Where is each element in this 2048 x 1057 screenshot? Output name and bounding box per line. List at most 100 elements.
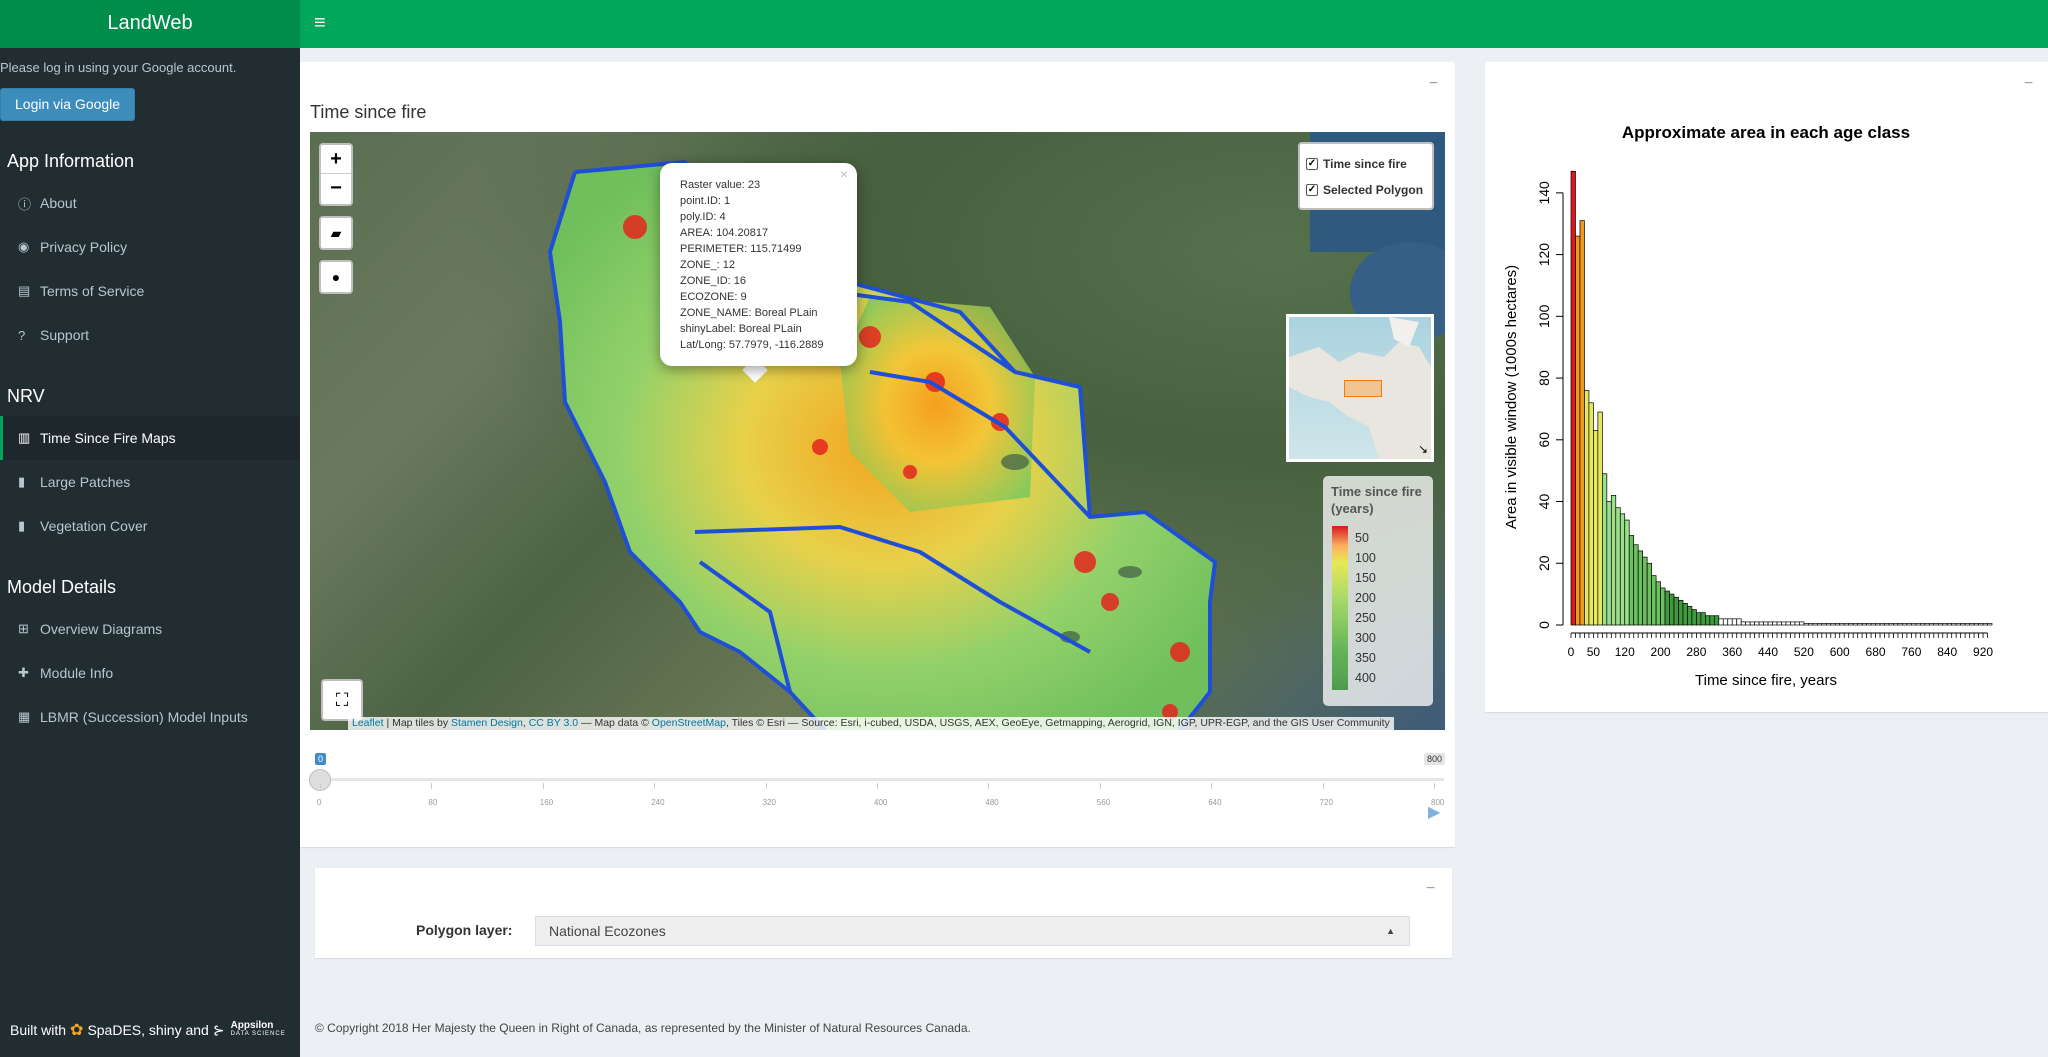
- slider-tick-label: 400: [874, 798, 888, 807]
- section-nrv: NRV: [7, 386, 45, 406]
- histogram-bar: [1964, 623, 1970, 626]
- layers-control: ✓ Time since fire ✓ Selected Polygon: [1298, 142, 1434, 210]
- histogram-bar: [1843, 623, 1850, 626]
- popup-close-button[interactable]: ×: [840, 166, 848, 182]
- sidebar-item-label: Vegetation Cover: [40, 518, 148, 534]
- histogram-bar: [1839, 623, 1845, 626]
- x-tick-label: 200: [1651, 645, 1671, 659]
- slider-tick-label: 80: [428, 798, 438, 807]
- map-legend: Time since fire (years) 50 100 150 200 2…: [1323, 476, 1433, 706]
- histogram-bar: [1893, 623, 1899, 626]
- histogram-bar: [1637, 550, 1644, 626]
- popup-line: Lat/Long: 57.7979, -116.2889: [680, 339, 824, 351]
- legend-label: 400: [1355, 671, 1376, 685]
- legend-title: Time since fire (years): [1331, 484, 1422, 516]
- polygon-layer-label: Polygon layer:: [416, 922, 513, 938]
- y-tick-label: 140: [1536, 181, 1552, 205]
- legend-label: 300: [1355, 631, 1376, 645]
- leaflet-link[interactable]: Leaflet: [352, 717, 384, 729]
- histogram-bar: [1790, 621, 1796, 626]
- histogram-bar: [1713, 615, 1720, 626]
- histogram-bar: [1933, 623, 1939, 626]
- histogram-bar: [1584, 390, 1590, 626]
- app-logo[interactable]: LandWeb: [0, 0, 300, 48]
- histogram-bar: [1682, 603, 1688, 626]
- histogram-bar: [1812, 623, 1818, 626]
- histogram-bar: [1758, 621, 1764, 626]
- sidebar-toggle-icon[interactable]: ≡: [314, 12, 326, 34]
- histogram-bar: [1919, 623, 1926, 626]
- sidebar-item-about[interactable]: ⓘ About: [0, 181, 300, 225]
- slider-tick-mark: [765, 783, 767, 789]
- bar-chart-icon: ▮: [18, 474, 26, 489]
- popup-line: point.ID: 1: [680, 195, 731, 207]
- x-tick-label: 120: [1615, 645, 1635, 659]
- zoom-in-button[interactable]: +: [321, 145, 351, 174]
- layer-time-since-fire[interactable]: ✓ Time since fire: [1306, 151, 1426, 177]
- globe-button[interactable]: ●: [319, 260, 353, 294]
- sidebar-item-time-since-fire-maps[interactable]: ▥ Time Since Fire Maps: [0, 416, 300, 460]
- sidebar-item-label: Large Patches: [40, 474, 131, 490]
- map-icon: ▰: [330, 225, 342, 241]
- legend-label: 100: [1355, 551, 1376, 565]
- login-google-button[interactable]: Login via Google: [0, 88, 136, 121]
- checkbox-checked[interactable]: ✓: [1306, 184, 1318, 196]
- popup-line: shinyLabel: Boreal PLain: [680, 323, 802, 335]
- minimap[interactable]: ↘: [1286, 314, 1434, 462]
- collapse-polygon-box-button[interactable]: −: [1426, 881, 1435, 897]
- legend-labels: 50 100 150 200 250 300 350 400: [1355, 528, 1376, 688]
- x-tick-label: 360: [1722, 645, 1742, 659]
- slider-tick-mark: [1434, 783, 1435, 789]
- histogram-bar: [1749, 621, 1755, 626]
- play-icon[interactable]: ▶: [1428, 802, 1440, 822]
- histogram-bar: [1821, 623, 1827, 626]
- layer-selected-polygon[interactable]: ✓ Selected Polygon: [1306, 177, 1426, 203]
- zoom-out-button[interactable]: −: [321, 174, 351, 203]
- legend-label: 200: [1355, 591, 1376, 605]
- histogram-bar: [1579, 220, 1585, 626]
- histogram-bar: [1816, 623, 1823, 626]
- x-tick-label: 920: [1973, 645, 1993, 659]
- slider-tick-mark: [542, 783, 544, 789]
- histogram-bar: [1660, 587, 1666, 626]
- minimap-toggle-icon[interactable]: ↘: [1418, 442, 1428, 456]
- histogram-bar: [1669, 593, 1675, 626]
- x-tick-label: 760: [1901, 645, 1921, 659]
- histogram-bar: [1960, 623, 1966, 626]
- sidebar-item-label: Terms of Service: [40, 283, 145, 299]
- slider-current-label: 0: [315, 753, 327, 765]
- top-navbar: [300, 0, 2048, 48]
- chart-title: Approximate area in each age class: [1622, 123, 1910, 142]
- time-slider-track[interactable]: [318, 778, 1444, 781]
- polygon-layer-select[interactable]: National Ecozones ▲: [535, 916, 1410, 946]
- sidebar-item-privacy-policy[interactable]: ◉ Privacy Policy: [0, 225, 300, 269]
- x-tick-label: 50: [1587, 645, 1601, 659]
- collapse-map-box-button[interactable]: −: [1429, 76, 1438, 92]
- checkbox-checked[interactable]: ✓: [1306, 158, 1318, 170]
- histogram-bar: [1902, 623, 1908, 626]
- sidebar-item-terms-of-service[interactable]: ▤ Terms of Service: [0, 269, 300, 313]
- sidebar-item-large-patches[interactable]: ▮ Large Patches: [0, 460, 300, 504]
- sidebar-item-overview-diagrams[interactable]: ⊞ Overview Diagrams: [0, 607, 300, 651]
- minimap-viewport[interactable]: [1344, 380, 1382, 397]
- ccby-link[interactable]: CC BY 3.0: [529, 717, 578, 729]
- slider-tick-label: 320: [762, 798, 776, 807]
- sidebar-item-support[interactable]: ? Support: [0, 313, 300, 357]
- histogram-bar: [1848, 623, 1854, 626]
- stamen-link[interactable]: Stamen Design: [451, 717, 523, 729]
- sidebar-item-vegetation-cover[interactable]: ▮ Vegetation Cover: [0, 504, 300, 548]
- y-tick-label: 80: [1536, 370, 1552, 386]
- histogram-bar: [1588, 402, 1594, 626]
- map-icon: ▥: [18, 430, 31, 445]
- fullscreen-button[interactable]: ⛶: [321, 679, 363, 721]
- slider-tick-label: 640: [1208, 798, 1222, 807]
- map-view[interactable]: [310, 132, 1445, 730]
- sidebar-item-label: Privacy Policy: [40, 239, 128, 255]
- y-tick-label: 20: [1536, 555, 1552, 571]
- sidebar-item-lbmr-model-inputs[interactable]: ▦ LBMR (Succession) Model Inputs: [0, 695, 300, 739]
- basemap-button[interactable]: ▰: [319, 216, 353, 250]
- sidebar-item-module-info[interactable]: ✚ Module Info: [0, 651, 300, 695]
- built-with: Built with ✿ SpaDES, shiny and ⊱ Appsilo…: [10, 1020, 286, 1040]
- histogram-bar: [1781, 621, 1787, 626]
- osm-link[interactable]: OpenStreetMap: [652, 717, 726, 729]
